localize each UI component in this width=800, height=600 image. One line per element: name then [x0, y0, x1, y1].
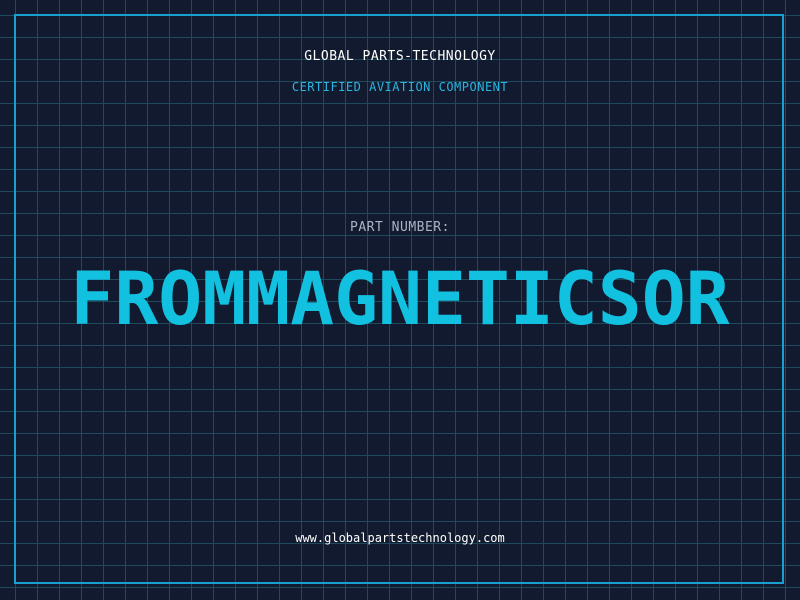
- website-url: www.globalpartstechnology.com: [295, 531, 505, 545]
- company-name: GLOBAL PARTS-TECHNOLOGY: [304, 49, 496, 64]
- page: GLOBAL PARTS-TECHNOLOGY CERTIFIED AVIATI…: [0, 0, 800, 600]
- company-tagline: CERTIFIED AVIATION COMPONENT: [291, 80, 509, 94]
- part-number-value: FROMMAGNETICSOR: [70, 257, 730, 342]
- part-number-label: PART NUMBER:: [350, 220, 450, 235]
